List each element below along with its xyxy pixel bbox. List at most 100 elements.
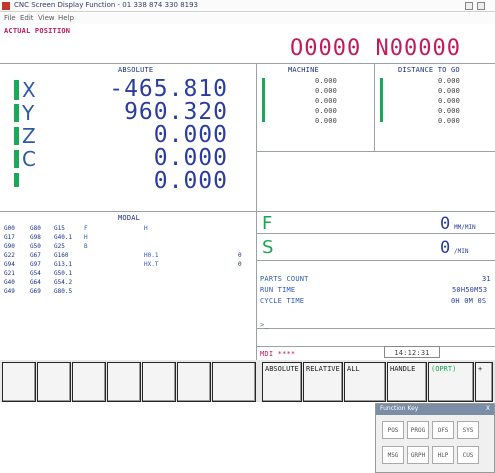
- program-number: O0000 N00000: [290, 36, 461, 61]
- modal-code: G80.5: [54, 288, 73, 295]
- modal-code: G25: [54, 243, 65, 250]
- modal-code: H: [144, 225, 148, 232]
- softkey-2[interactable]: [37, 362, 71, 402]
- feed-value: 0: [440, 214, 451, 234]
- modal-code: F: [84, 225, 88, 232]
- page-title: ACTUAL POSITION: [4, 27, 71, 35]
- feed-label: F: [262, 213, 273, 234]
- run-time-label: RUN TIME: [260, 286, 296, 294]
- modal-code: G21: [4, 270, 15, 277]
- function-key-window: Function Key X POS PROG OFS SYS MSG GRPH…: [375, 403, 495, 473]
- machine-value: 0.000: [315, 107, 338, 115]
- modal-code: G98: [30, 234, 41, 241]
- softkey-label: +: [478, 365, 483, 373]
- softkey-oprt[interactable]: (OPRT): [428, 362, 474, 402]
- function-key-title: Function Key: [380, 405, 419, 412]
- modal-code: G00: [4, 225, 15, 232]
- softkey-6[interactable]: [177, 362, 211, 402]
- input-prompt[interactable]: >_: [260, 321, 269, 329]
- menu-file[interactable]: File: [4, 14, 16, 22]
- modal-code: G40: [4, 279, 15, 286]
- spindle-unit: /MIN: [454, 248, 469, 255]
- minimize-button[interactable]: [465, 2, 473, 10]
- softkey-label: [38, 363, 70, 367]
- modal-code: G49: [4, 288, 15, 295]
- divider: [0, 211, 256, 212]
- divider: [0, 63, 495, 64]
- softkey-relative[interactable]: RELATIVE: [303, 362, 343, 402]
- cycle-time-label: CYCLE TIME: [260, 297, 305, 305]
- window-titlebar: CNC Screen Display Function - 01 338 874…: [0, 0, 495, 12]
- modal-code: 0: [238, 252, 242, 259]
- function-key-cus[interactable]: CUS: [457, 446, 479, 464]
- function-key-grph[interactable]: GRPH: [407, 446, 429, 464]
- modal-code: G67: [30, 252, 41, 259]
- divider: [374, 63, 375, 151]
- softkey-label: [3, 363, 35, 367]
- menu-view[interactable]: View: [38, 14, 55, 22]
- modal-code: G94: [4, 261, 15, 268]
- divider: [256, 233, 495, 234]
- axis-label: C: [22, 147, 36, 171]
- softkey-handle[interactable]: HANDLE: [387, 362, 427, 402]
- menu-edit[interactable]: Edit: [20, 14, 34, 22]
- window-icon: [2, 2, 10, 10]
- close-icon[interactable]: X: [486, 405, 490, 412]
- divider: [256, 260, 495, 261]
- axis-indicator: [380, 78, 383, 122]
- modal-code: G50.1: [54, 270, 73, 277]
- divider: [256, 63, 257, 363]
- cycle-time-value: 0H 0M 0S: [451, 297, 487, 305]
- softkey-label: ALL: [347, 365, 360, 373]
- menu-bar: File Edit View Help: [0, 13, 495, 24]
- softkey-4[interactable]: [107, 362, 141, 402]
- close-button[interactable]: [477, 2, 485, 10]
- axis-label: Y: [22, 101, 35, 125]
- parts-count-value: 31: [482, 275, 491, 283]
- axis-row-5: 0.000: [0, 168, 240, 194]
- softkey-absolute[interactable]: ABSOLUTE: [262, 362, 302, 402]
- machine-title: MACHINE: [288, 66, 319, 74]
- softkey-3[interactable]: [72, 362, 106, 402]
- machine-value: 0.000: [315, 117, 338, 125]
- softkey-7[interactable]: [212, 362, 256, 402]
- modal-code: G40.1: [54, 234, 73, 241]
- absolute-title: ABSOLUTE: [118, 66, 154, 74]
- softkey-1[interactable]: [2, 362, 36, 402]
- machine-value: 0.000: [315, 77, 338, 85]
- modal-title: MODAL: [118, 214, 141, 222]
- softkey-label: ABSOLUTE: [265, 365, 299, 373]
- function-key-pos[interactable]: POS: [382, 421, 404, 439]
- function-key-hlp[interactable]: HLP: [432, 446, 454, 464]
- softkey-5[interactable]: [142, 362, 176, 402]
- feed-unit: MM/MIN: [454, 224, 476, 231]
- modal-code: G69: [30, 288, 41, 295]
- function-key-prog[interactable]: PROG: [407, 421, 429, 439]
- axis-label: X: [22, 78, 36, 102]
- spindle-label: S: [262, 237, 274, 258]
- menu-help[interactable]: Help: [58, 14, 74, 22]
- softkey-label: [213, 363, 255, 367]
- modal-code: G54.2: [54, 279, 73, 286]
- window-title: CNC Screen Display Function - 01 338 874…: [14, 1, 199, 9]
- softkey-label: [73, 363, 105, 367]
- modal-code: G64: [30, 279, 41, 286]
- softkey-label: [178, 363, 210, 367]
- spindle-value: 0: [440, 238, 451, 258]
- softkey-next[interactable]: +: [475, 362, 493, 402]
- divider: [256, 346, 495, 347]
- modal-row: G49 G69 G80.5: [4, 288, 254, 298]
- function-key-sys[interactable]: SYS: [457, 421, 479, 439]
- divider: [256, 211, 495, 212]
- softkey-all[interactable]: ALL: [344, 362, 386, 402]
- distance-value: 0.000: [438, 117, 461, 125]
- axis-value: 0.000: [153, 168, 228, 194]
- modal-code: B: [84, 243, 88, 250]
- run-time-value: 50H50M53: [452, 286, 488, 294]
- modal-code: H0.1: [144, 252, 159, 259]
- function-key-ofs[interactable]: OFS: [432, 421, 454, 439]
- function-key-msg[interactable]: MSG: [382, 446, 404, 464]
- modal-code: G17: [4, 234, 15, 241]
- clock-display: 14:12:31: [384, 346, 440, 358]
- divider: [256, 151, 495, 152]
